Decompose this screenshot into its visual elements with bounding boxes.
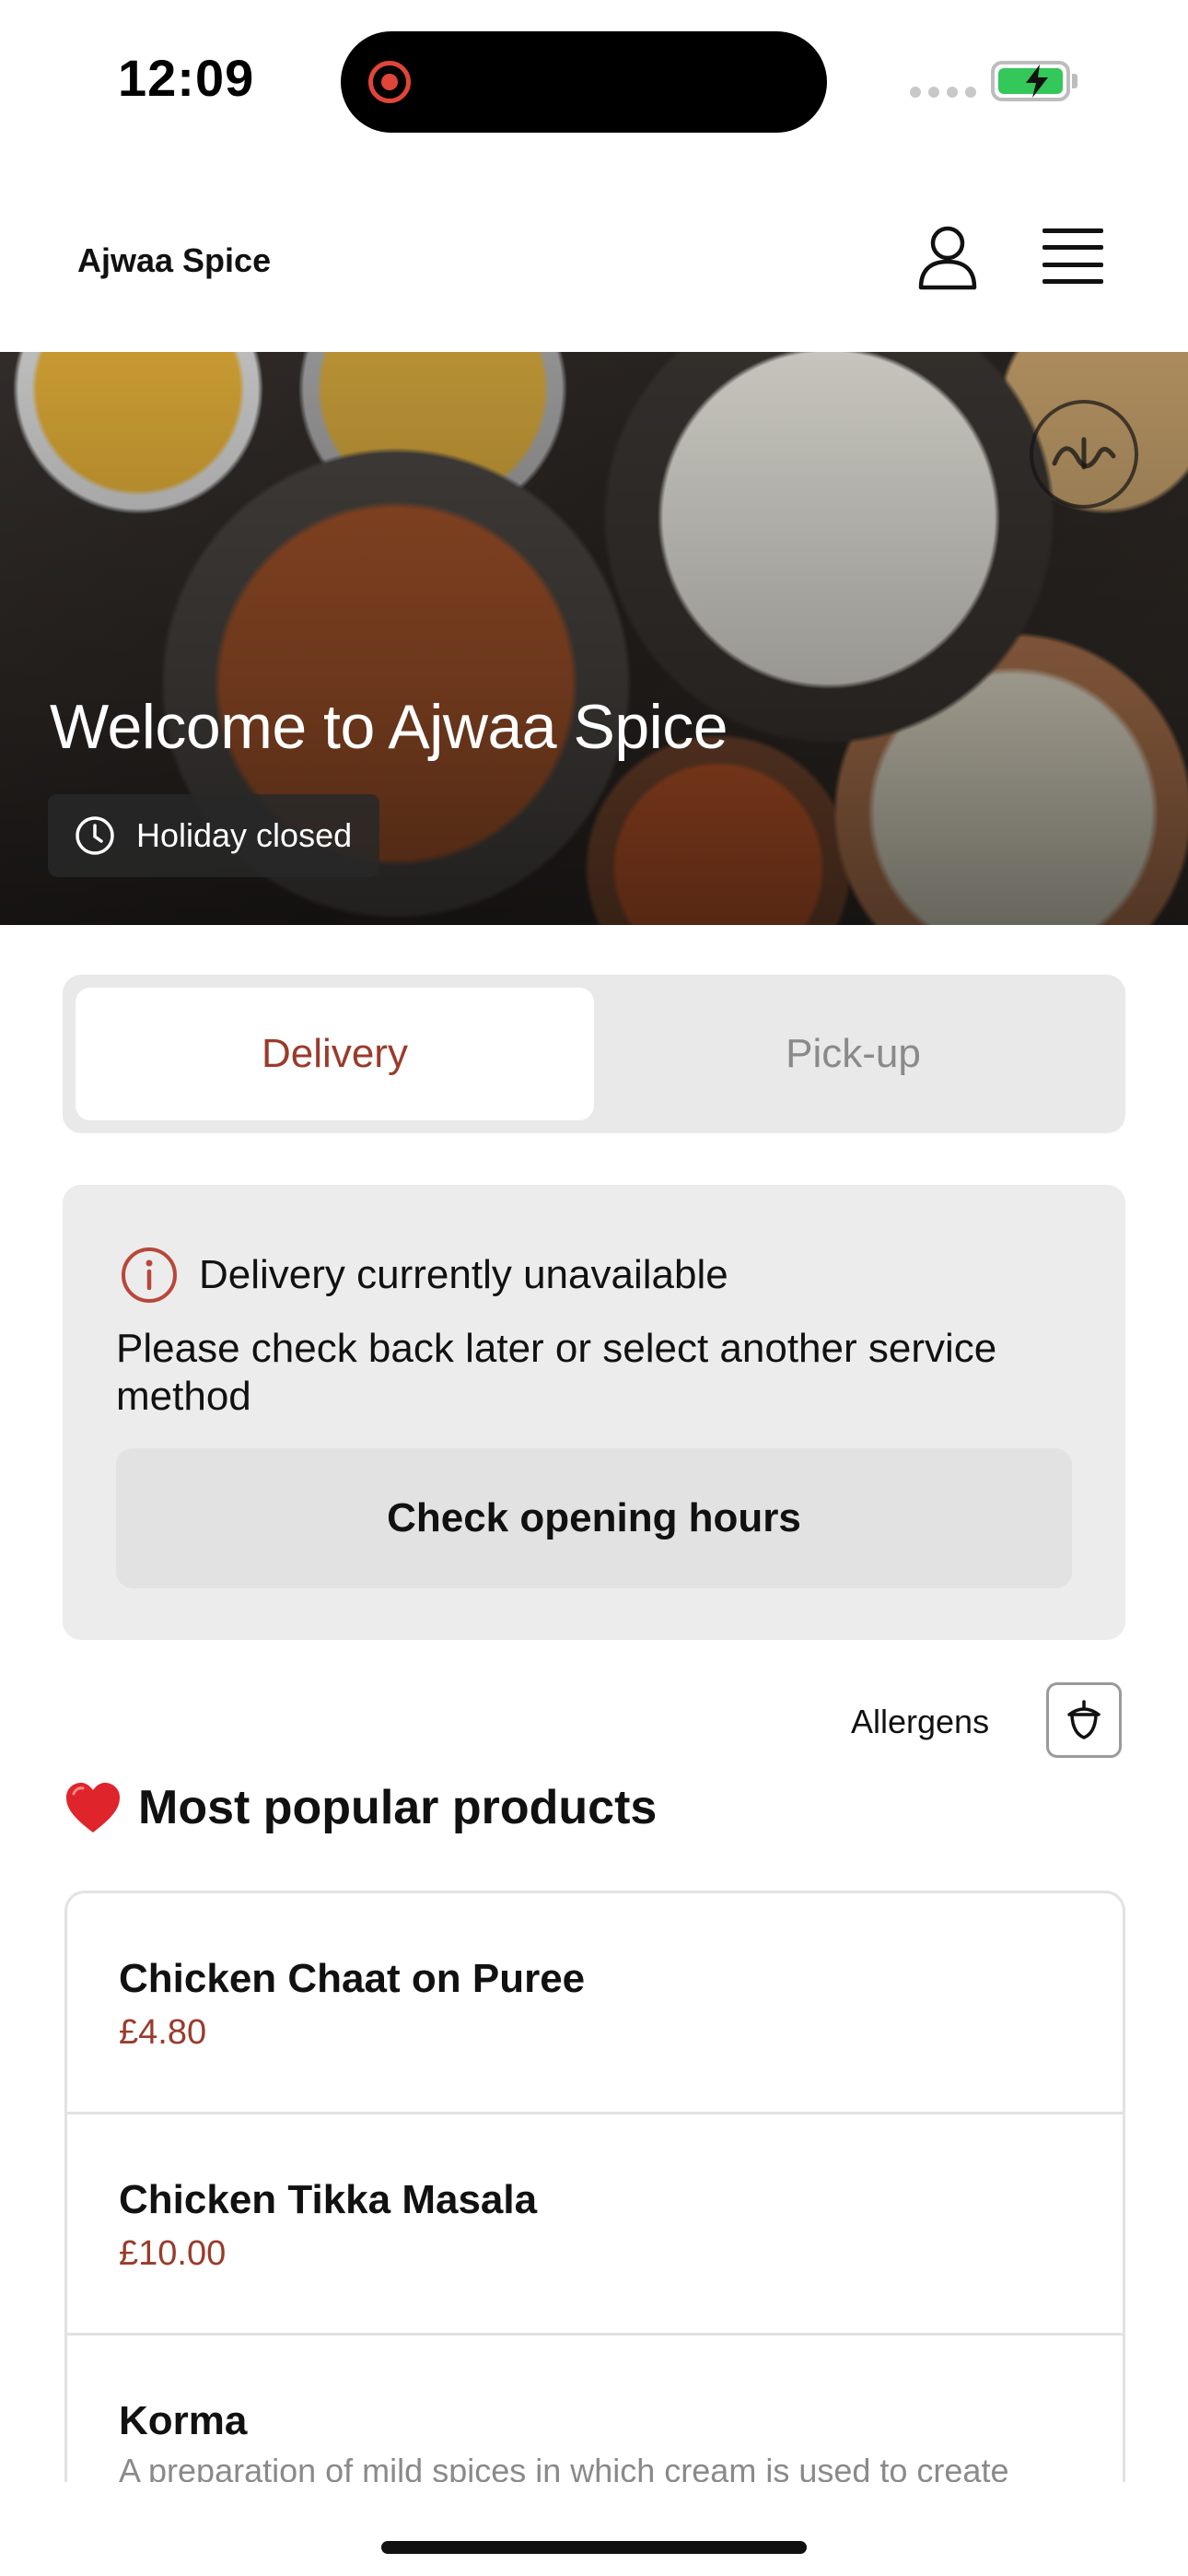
hero-banner: Welcome to Ajwaa Spice Holiday closed [0,352,1188,925]
product-item[interactable]: Chicken Chaat on Puree £4.80 [67,1893,1123,2114]
halal-icon [1030,400,1138,509]
hero-title: Welcome to Ajwaa Spice [50,692,728,762]
record-icon [368,61,411,103]
tab-pickup[interactable]: Pick-up [594,988,1112,1120]
tab-delivery[interactable]: Delivery [76,988,594,1120]
store-status-text: Holiday closed [136,816,353,854]
product-name: Korma [119,2398,248,2443]
brand-name[interactable]: Ajwaa Spice [77,241,271,280]
allergens-label: Allergens [851,1703,990,1740]
product-item[interactable]: Chicken Tikka Masala £10.00 [67,2114,1123,2336]
allergens-button[interactable] [1046,1682,1122,1758]
app-header: Ajwaa Spice [0,157,1188,352]
signal-icon [910,87,976,98]
product-description: A preparation of mild spices in which cr… [119,2452,1009,2482]
heart-icon [66,1783,120,1832]
profile-icon[interactable] [917,225,978,291]
notice-title: Delivery currently unavailable [199,1252,728,1297]
service-method-tabs: Delivery Pick-up [63,975,1125,1133]
status-bar: 12:09 [0,0,1188,157]
acorn-icon [1067,1700,1101,1739]
status-time: 12:09 [118,49,255,107]
check-opening-hours-button[interactable]: Check opening hours [116,1448,1072,1588]
home-indicator[interactable] [381,2541,807,2554]
store-status-badge: Holiday closed [48,794,380,877]
product-name: Chicken Tikka Masala [119,2177,538,2222]
popular-products-heading: Most popular products [64,1780,657,1835]
info-icon [122,1247,177,1303]
section-title: Most popular products [138,1781,658,1834]
product-list: Chicken Chaat on Puree £4.80 Chicken Tik… [64,1891,1125,2482]
clock-icon [76,816,114,855]
product-item[interactable]: Korma A preparation of mild spices in wh… [67,2336,1123,2482]
notice-body: Please check back later or select anothe… [116,1326,997,1419]
product-name: Chicken Chaat on Puree [119,1956,586,2001]
menu-icon[interactable] [1042,228,1103,284]
product-price: £4.80 [119,2013,207,2052]
product-price: £10.00 [119,2234,227,2273]
battery-tip [1072,74,1077,88]
battery-icon [991,61,1070,101]
delivery-notice: Delivery currently unavailable Please ch… [63,1185,1125,1640]
dynamic-island [341,31,827,133]
